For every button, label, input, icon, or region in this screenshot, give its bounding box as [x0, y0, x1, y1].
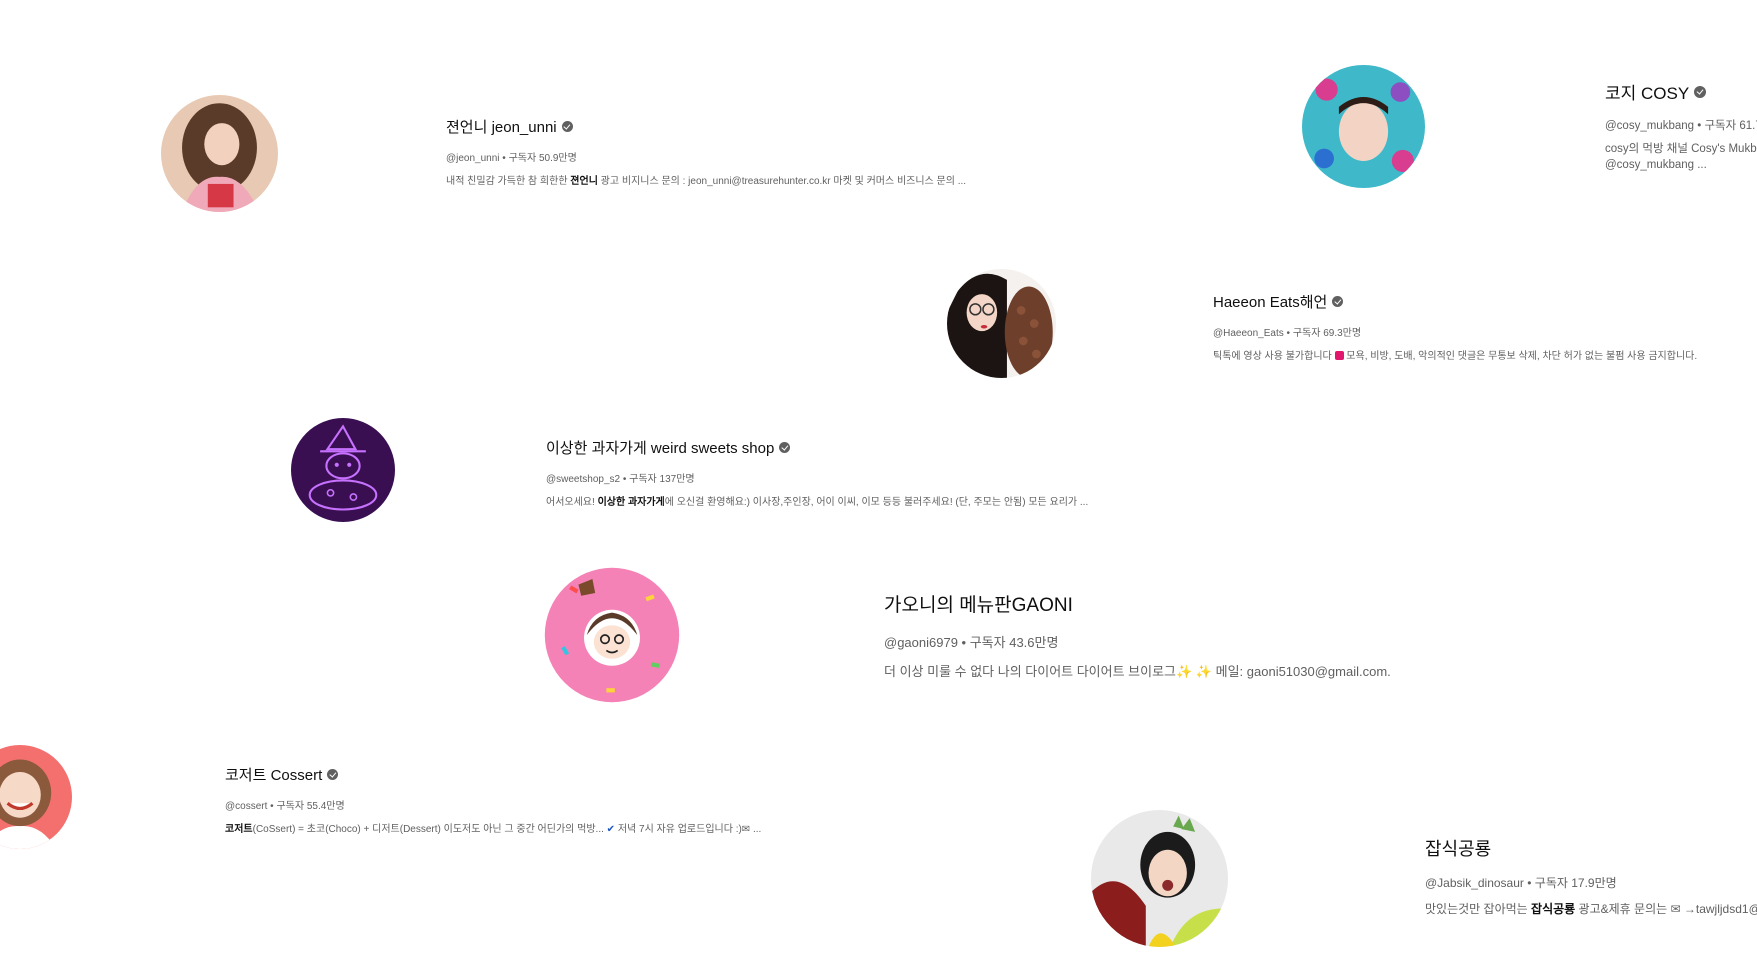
no-entry-icon: [1334, 351, 1344, 360]
channel-info-jeon-unni: 젼언니 jeon_unni @jeon_unni 구독자 50.9만명 내적 친밀…: [446, 116, 966, 187]
verified-check-icon: [1694, 85, 1707, 98]
subscriber-count: 구독자 50.9만명: [508, 153, 577, 164]
channel-name[interactable]: 이상한 과자가게 weird sweets shop: [546, 437, 774, 458]
channel-name[interactable]: 젼언니 jeon_unni: [446, 116, 557, 137]
subscriber-count: 구독자 43.6만명: [969, 635, 1059, 650]
woman-blue-hood-avatar-icon: [1302, 65, 1425, 188]
channel-avatar-gaoni[interactable]: [542, 565, 682, 705]
channel-description: cosy의 먹방 채널 Cosy's Mukbang @cosy_mukbang…: [1605, 143, 1757, 171]
channel-meta: @cosy_mukbang 구독자 61.7만명: [1605, 117, 1757, 133]
sparkles-icon: ✨ ✨: [1176, 664, 1213, 679]
channel-search-results: 젼언니 jeon_unni @jeon_unni 구독자 50.9만명 내적 친밀…: [0, 0, 1757, 980]
channel-handle: @jeon_unni: [446, 153, 500, 164]
channel-meta: @jeon_unni 구독자 50.9만명: [446, 149, 966, 164]
channel-name[interactable]: 코지 COSY: [1605, 79, 1689, 104]
channel-meta: @gaoni6979 구독자 43.6만명: [884, 632, 1391, 651]
channel-description: 더 이상 미룰 수 없다 나의 다이어트 다이어트 브이로그✨ ✨ 메일: ga…: [884, 664, 1391, 679]
verified-check-icon: [561, 121, 573, 132]
subscriber-count: 구독자 17.9만명: [1534, 876, 1617, 890]
verified-check-icon: [1332, 296, 1344, 307]
donut-girl-avatar-icon: [544, 567, 680, 703]
channel-handle: @cossert: [225, 801, 268, 812]
check-mark-icon: ✔: [606, 824, 616, 835]
subscriber-count: 구독자 55.4만명: [276, 801, 345, 812]
channel-avatar-jabsik-dinosaur[interactable]: [1091, 810, 1228, 947]
subscriber-count: 구독자 137만명: [629, 474, 695, 485]
channel-handle: @sweetshop_s2: [546, 474, 621, 485]
channel-avatar-cossert[interactable]: [0, 745, 72, 849]
channel-info-gaoni: 가오니의 메뉴판GAONI @gaoni6979 구독자 43.6만명 더 이상 …: [884, 590, 1391, 680]
channel-name[interactable]: 잡식공룡: [1425, 835, 1491, 861]
channel-avatar-jeon-unni[interactable]: [161, 95, 278, 212]
channel-name[interactable]: 코저트 Cossert: [225, 764, 322, 785]
channel-name[interactable]: Haeeon Eats해언: [1213, 291, 1327, 312]
channel-handle: @Jabsik_dinosaur: [1425, 876, 1524, 890]
woman-portrait-avatar-icon: [161, 95, 278, 212]
channel-handle: @cosy_mukbang: [1605, 120, 1695, 132]
channel-avatar-cosy[interactable]: [1302, 65, 1425, 188]
channel-handle: @gaoni6979: [884, 635, 958, 650]
channel-description: 맛있는것만 잡아먹는 잡식공룡 광고&제휴 문의는 ✉ →tawjljdsd1@: [1425, 902, 1757, 916]
channel-info-cossert: 코저트 Cossert @cossert 구독자 55.4만명 코저트(CoSse…: [225, 764, 761, 835]
channel-handle: @Haeeon_Eats: [1213, 328, 1284, 339]
channel-avatar-haeeon-eats[interactable]: [947, 269, 1056, 378]
channel-description: 내적 친밀감 가득한 참 희한한 젼언니 광고 비지니스 문의 : jeon_u…: [446, 176, 967, 187]
dinosaur-girl-avatar-icon: [1091, 810, 1228, 947]
channel-description: 코저트(CoSsert) = 초코(Choco) + 디저트(Dessert) …: [225, 824, 762, 835]
channel-info-weird-sweets-shop: 이상한 과자가게 weird sweets shop @sweetshop_s2…: [546, 437, 1088, 508]
verified-check-icon: [779, 442, 791, 453]
channel-meta: @sweetshop_s2 구독자 137만명: [546, 470, 1088, 485]
channel-info-jabsik-dinosaur: 잡식공룡 @Jabsik_dinosaur 구독자 17.9만명 맛있는것만 잡아…: [1425, 835, 1757, 917]
channel-info-cosy: 코지 COSY @cosy_mukbang 구독자 61.7만명 cosy의 먹방…: [1605, 79, 1757, 171]
channel-info-haeeon-eats: Haeeon Eats해언 @Haeeon_Eats 구독자 69.3만명 틱톡에…: [1213, 291, 1697, 362]
channel-description: 어서오세요! 이상한 과자가게에 오신걸 환영해요:) 이사장,주인장, 어이 …: [546, 497, 1089, 508]
smiling-woman-avatar-icon: [0, 745, 72, 849]
subscriber-count: 구독자 69.3만명: [1292, 328, 1362, 339]
channel-meta: @Jabsik_dinosaur 구독자 17.9만명: [1425, 874, 1757, 891]
channel-meta: @Haeeon_Eats 구독자 69.3만명: [1213, 324, 1697, 339]
woman-glasses-avatar-icon: [947, 269, 1056, 378]
channel-meta: @cossert 구독자 55.4만명: [225, 797, 761, 812]
channel-name[interactable]: 가오니의 메뉴판GAONI: [884, 590, 1073, 617]
subscriber-count: 구독자 61.7만명: [1704, 120, 1757, 132]
neon-witch-cat-avatar-icon: [291, 418, 395, 522]
channel-description: 틱톡에 영상 사용 불가합니다 모욕, 비방, 도배, 악의적인 댓글은 무통보…: [1213, 351, 1698, 362]
verified-check-icon: [327, 769, 339, 780]
channel-avatar-weird-sweets-shop[interactable]: [291, 418, 395, 522]
